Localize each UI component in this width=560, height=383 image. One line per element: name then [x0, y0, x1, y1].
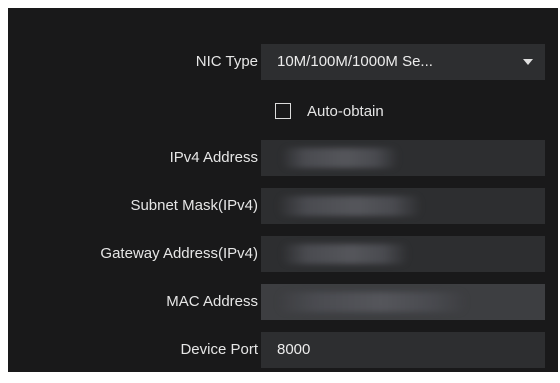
nic-type-value: 10M/100M/1000M Se...: [277, 53, 433, 70]
mac-address-field: [261, 284, 545, 320]
subnet-mask-row: Subnet Mask(IPv4): [8, 188, 558, 224]
ipv4-address-label: IPv4 Address: [169, 149, 258, 166]
redacted-value: [277, 196, 422, 216]
device-port-value: 8000: [277, 341, 311, 358]
redacted-value: [281, 244, 409, 264]
mac-address-label: MAC Address: [166, 293, 258, 310]
redacted-value: [277, 292, 467, 312]
ipv4-address-row: IPv4 Address: [8, 140, 558, 176]
auto-obtain-checkbox[interactable]: [275, 103, 291, 119]
device-port-field[interactable]: 8000: [261, 332, 545, 368]
nic-type-row: NIC Type 10M/100M/1000M Se...: [8, 44, 558, 80]
device-port-label: Device Port: [180, 341, 258, 358]
mac-address-row: MAC Address: [8, 284, 558, 320]
auto-obtain-label: Auto-obtain: [307, 103, 384, 120]
gateway-row: Gateway Address(IPv4): [8, 236, 558, 272]
gateway-field[interactable]: [261, 236, 545, 272]
ipv4-address-field[interactable]: [261, 140, 545, 176]
nic-type-select[interactable]: 10M/100M/1000M Se...: [261, 44, 545, 80]
nic-type-label: NIC Type: [195, 53, 258, 70]
gateway-label: Gateway Address(IPv4): [100, 245, 258, 262]
network-settings-panel: NIC Type 10M/100M/1000M Se... Auto-obtai…: [8, 8, 558, 372]
subnet-mask-field[interactable]: [261, 188, 545, 224]
subnet-mask-label: Subnet Mask(IPv4): [130, 197, 258, 214]
chevron-down-icon[interactable]: [523, 59, 533, 65]
redacted-value: [281, 148, 399, 168]
device-port-row: Device Port 8000: [8, 332, 558, 368]
